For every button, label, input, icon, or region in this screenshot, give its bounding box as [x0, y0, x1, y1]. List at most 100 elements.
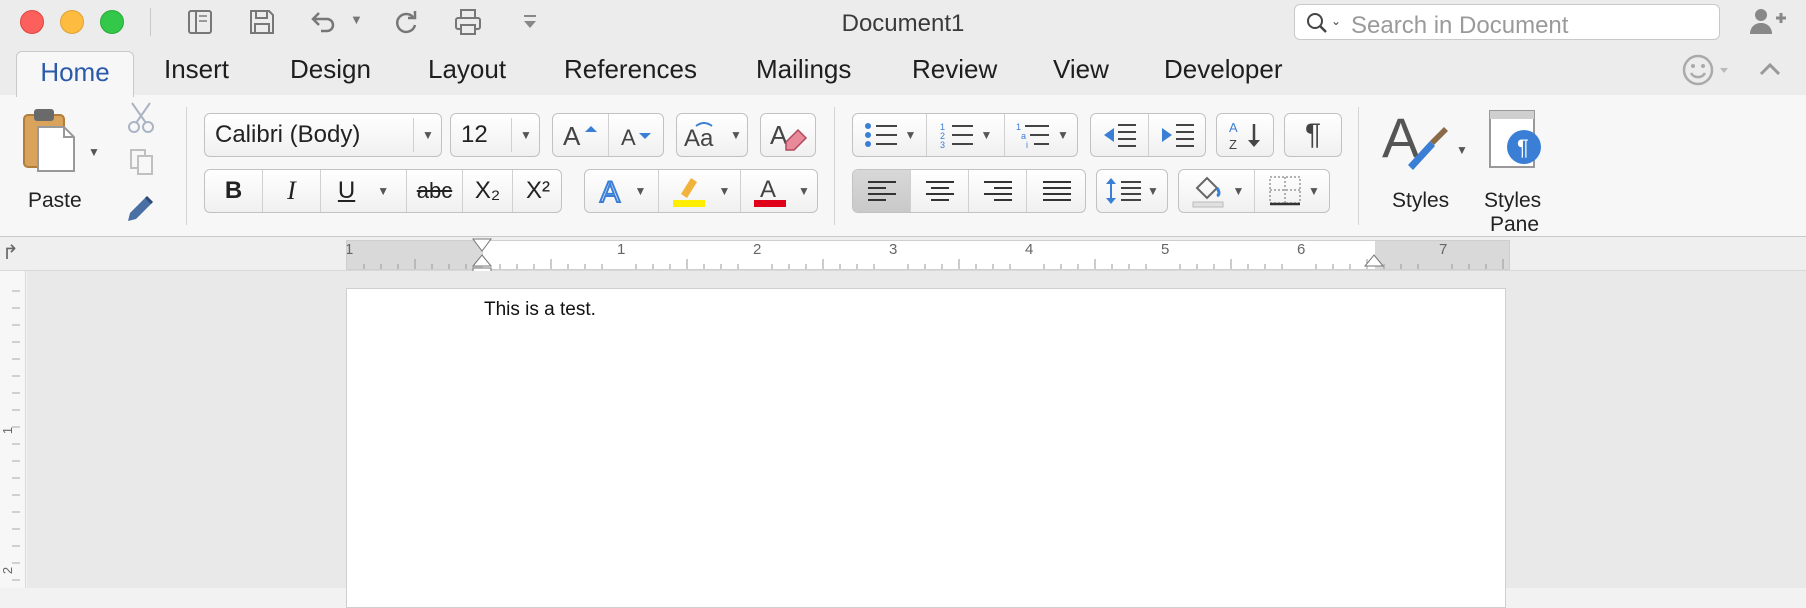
document-body-text[interactable]: This is a test. [484, 299, 596, 321]
search-options-caret-icon[interactable]: ⌄ [1331, 14, 1341, 28]
tab-selector-icon[interactable]: ↱ [2, 240, 19, 265]
superscript-button[interactable]: X² [513, 170, 563, 212]
sort-button[interactable]: AZ [1216, 113, 1274, 157]
shading-button[interactable]: ▼ [1179, 170, 1255, 212]
add-person-icon [1750, 9, 1786, 34]
subscript-label: X₂ [474, 177, 501, 204]
multilevel-caret-icon: ▼ [1057, 128, 1069, 142]
ribbon-separator [1358, 107, 1359, 225]
print-button[interactable] [448, 4, 488, 40]
copy-button[interactable] [128, 147, 156, 177]
tab-references[interactable]: References [564, 54, 697, 85]
tab-developer[interactable]: Developer [1164, 54, 1283, 85]
strikethrough-button[interactable]: abc [407, 170, 463, 212]
clear-formatting-button[interactable]: A [760, 113, 816, 157]
numbering-button[interactable]: 123 ▼ [927, 114, 1005, 156]
svg-text:Z: Z [1229, 137, 1237, 152]
line-spacing-button[interactable]: ▼ [1096, 169, 1168, 213]
paste-dropdown-caret-icon[interactable]: ▼ [88, 145, 100, 159]
save-button[interactable] [242, 4, 282, 40]
bold-button[interactable]: B [205, 170, 263, 212]
show-formatting-marks-button[interactable]: ¶ [1284, 113, 1342, 157]
horizontal-ruler[interactable]: 1 1 2 3 4 5 6 7 [346, 240, 1510, 270]
customize-toolbar-button[interactable] [510, 4, 550, 40]
styles-pane-button[interactable]: ¶ Styles Pane [1478, 103, 1550, 236]
grow-font-button[interactable]: A [553, 114, 609, 156]
font-size-combobox[interactable]: 12 ▼ [450, 113, 540, 157]
first-line-indent-marker[interactable] [472, 238, 492, 252]
font-size-divider [511, 118, 512, 152]
tab-home[interactable]: Home [16, 51, 134, 97]
paste-button[interactable]: ▼ Paste [14, 103, 104, 215]
numbered-list-icon: 123 [940, 122, 973, 149]
font-size-value: 12 [461, 121, 488, 148]
underline-button[interactable]: U ▼ [321, 170, 407, 212]
sort-az-icon: AZ [1229, 120, 1260, 152]
borders-caret-icon: ▼ [1308, 184, 1320, 198]
align-center-button[interactable] [911, 170, 969, 212]
text-effects-button[interactable]: A ▼ [585, 170, 659, 212]
decrease-indent-icon [1103, 124, 1136, 147]
font-color-button[interactable]: A ▼ [741, 170, 819, 212]
grow-font-icon: A [563, 121, 597, 150]
font-color-icon: A [754, 176, 787, 207]
highlight-button[interactable]: ▼ [659, 170, 741, 212]
format-painter-button[interactable] [124, 191, 158, 225]
search-box[interactable]: ⌄ [1294, 4, 1720, 41]
close-window-button[interactable] [20, 10, 44, 34]
tab-layout[interactable]: Layout [428, 54, 506, 85]
save-icon [250, 10, 274, 34]
minimize-window-button[interactable] [60, 10, 84, 34]
decrease-indent-button[interactable] [1091, 114, 1149, 156]
share-button[interactable] [1748, 6, 1788, 38]
tab-review[interactable]: Review [912, 54, 997, 85]
italic-button[interactable]: I [263, 170, 321, 212]
styles-button[interactable]: A ▼ Styles [1380, 103, 1484, 219]
collapse-ribbon-button[interactable] [1756, 56, 1784, 82]
highlighter-icon [672, 178, 705, 207]
bullets-caret-icon: ▼ [904, 128, 917, 142]
tab-insert[interactable]: Insert [164, 54, 229, 85]
borders-button[interactable]: ▼ [1255, 170, 1331, 212]
ribbon-home: ▼ Paste Calibri (Body) ▼ 12 ▼ A A Aa ▼ A [0, 95, 1806, 237]
title-bar: ▼ Document1 ⌄ [0, 0, 1806, 44]
tab-design[interactable]: Design [290, 54, 371, 85]
increase-indent-button[interactable] [1149, 114, 1207, 156]
justify-button[interactable] [1027, 170, 1087, 212]
undo-menu-caret-icon[interactable]: ▼ [350, 12, 363, 27]
right-indent-marker[interactable] [1364, 254, 1384, 268]
svg-text:A: A [600, 176, 620, 207]
svg-text:A: A [760, 176, 776, 203]
shrink-font-button[interactable]: A [609, 114, 665, 156]
list-group: ▼ 123 ▼ 1ai ▼ [852, 113, 1078, 157]
multilevel-list-button[interactable]: 1ai ▼ [1005, 114, 1079, 156]
line-spacing-caret-icon: ▼ [1147, 184, 1159, 198]
sidebar-toggle-button[interactable] [180, 4, 220, 40]
tab-view[interactable]: View [1053, 54, 1109, 85]
zoom-window-button[interactable] [100, 10, 124, 34]
align-left-button[interactable] [853, 170, 911, 212]
document-page[interactable]: This is a test. [346, 288, 1506, 608]
subscript-button[interactable]: X₂ [463, 170, 513, 212]
vertical-ruler[interactable]: 1 2 [0, 271, 26, 588]
font-name-caret-icon: ▼ [422, 128, 434, 142]
align-right-button[interactable] [969, 170, 1027, 212]
shading-group: ▼ ▼ [1178, 169, 1330, 213]
bullets-button[interactable]: ▼ [853, 114, 927, 156]
svg-text:A: A [1229, 120, 1238, 135]
redo-button[interactable] [386, 4, 426, 40]
borders-icon [1269, 176, 1301, 206]
change-case-button[interactable]: Aa ▼ [676, 113, 748, 157]
ruler-number: 3 [889, 241, 898, 258]
ribbon-tab-bar: Home Insert Design Layout References Mai… [0, 44, 1806, 97]
paste-clipboard-icon [23, 109, 75, 172]
underline-caret-icon[interactable]: ▼ [377, 184, 389, 198]
sidebar-toggle-icon [188, 10, 212, 34]
pilcrow-icon: ¶ [1304, 118, 1322, 151]
font-name-combobox[interactable]: Calibri (Body) ▼ [204, 113, 442, 157]
tab-mailings[interactable]: Mailings [756, 54, 851, 85]
undo-button[interactable] [302, 4, 342, 40]
cut-button[interactable] [126, 101, 156, 135]
smiley-feedback-button[interactable] [1680, 52, 1732, 88]
search-input[interactable] [1349, 11, 1713, 41]
